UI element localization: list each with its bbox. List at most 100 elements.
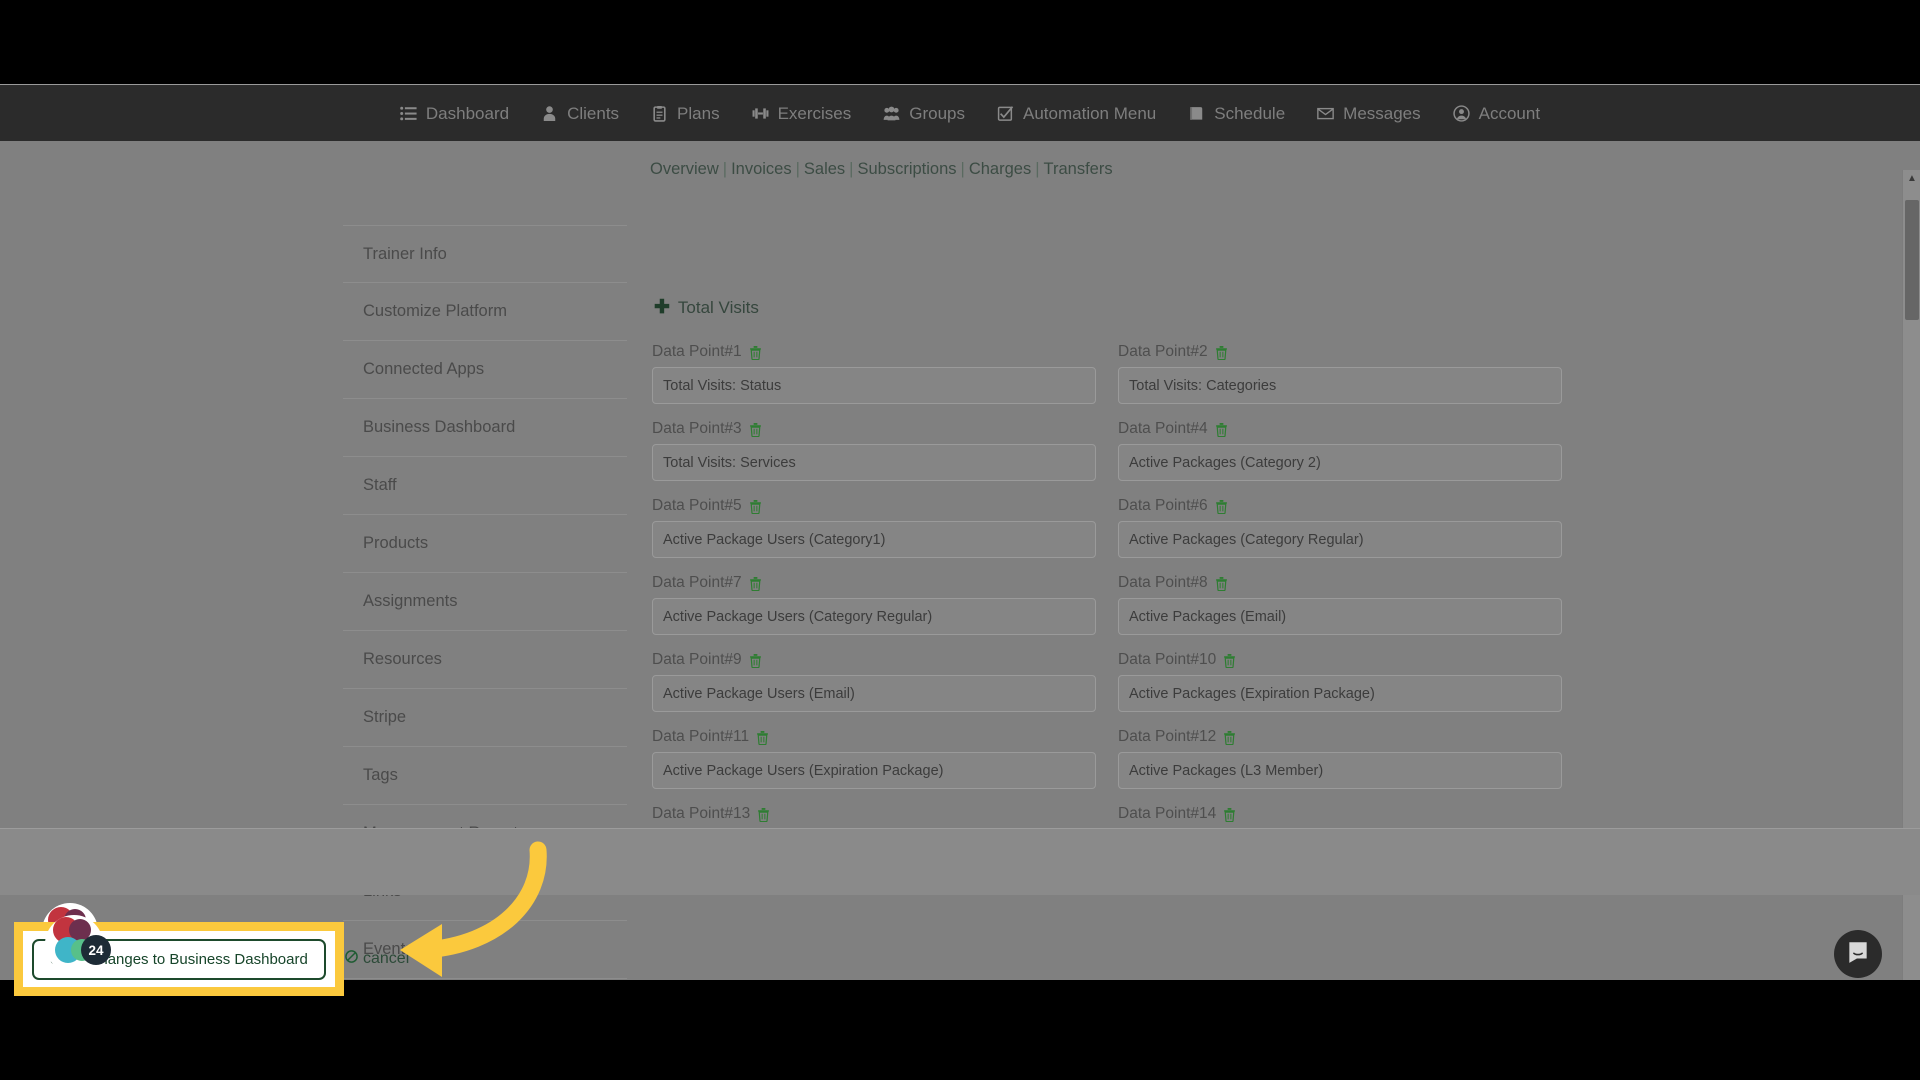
- trash-icon[interactable]: [1215, 345, 1228, 360]
- data-point-12: Data Point#12: [1118, 728, 1562, 789]
- trash-icon[interactable]: [1215, 499, 1228, 514]
- sidebar-item-products[interactable]: Products: [343, 515, 627, 573]
- data-point-7: Data Point#7: [652, 574, 1096, 635]
- intercom-chat-icon: [1845, 939, 1871, 970]
- intercom-chat-button[interactable]: [1834, 930, 1882, 978]
- chevron-up-icon: ▲: [1907, 173, 1917, 184]
- sidebar-label: Stripe: [363, 708, 407, 726]
- person-icon: [541, 105, 558, 122]
- sidebar-item-customize-platform[interactable]: Customize Platform: [343, 283, 627, 341]
- data-point-3-input[interactable]: [652, 444, 1096, 481]
- scrollbar-thumb[interactable]: [1905, 200, 1919, 320]
- data-point-11-input[interactable]: [652, 752, 1096, 789]
- subnav-link-sales[interactable]: Sales: [804, 160, 845, 178]
- nav-label-automation-groups: Groups: [909, 103, 966, 123]
- nav-item-clients[interactable]: Clients: [541, 105, 619, 122]
- highlight-callout: Save Changes to Business Dashboard 24: [14, 915, 344, 996]
- data-point-label: Data Point#4: [1118, 420, 1208, 437]
- data-point-9-input[interactable]: [652, 675, 1096, 712]
- nav-item-schedule[interactable]: Schedule: [1188, 105, 1285, 122]
- data-point-4: Data Point#4: [1118, 420, 1562, 481]
- trash-icon[interactable]: [1223, 653, 1236, 668]
- trash-icon[interactable]: [749, 499, 762, 514]
- data-point-13-label-row: Data Point#13: [652, 805, 1096, 823]
- sidebar-label: Assignments: [363, 592, 458, 610]
- data-point-8-input[interactable]: [1118, 598, 1562, 635]
- data-point-label: Data Point#6: [1118, 497, 1208, 514]
- trash-icon[interactable]: [749, 422, 762, 437]
- data-point-2-label-row: Data Point#2: [1118, 343, 1562, 361]
- account-circle-icon: [1452, 104, 1470, 122]
- nav-item-messages[interactable]: Messages: [1317, 105, 1421, 122]
- data-point-label: Data Point#13: [652, 805, 751, 822]
- subnav-separator: |: [795, 160, 800, 178]
- data-point-4-input[interactable]: [1118, 444, 1562, 481]
- subnav-link-charges[interactable]: Charges: [969, 160, 1031, 178]
- sidebar-item-resources[interactable]: Resources: [343, 631, 627, 689]
- scroll-up-button[interactable]: ▲: [1903, 170, 1920, 188]
- sidebar-item-tags[interactable]: Tags: [343, 747, 627, 805]
- data-point-3: Data Point#3: [652, 420, 1096, 481]
- subnav-separator: |: [1035, 160, 1040, 178]
- data-point-6-label-row: Data Point#6: [1118, 497, 1562, 515]
- trash-icon[interactable]: [1223, 730, 1236, 745]
- trash-icon[interactable]: [757, 807, 770, 822]
- section-header-total-visits[interactable]: ✚ Total Visits: [654, 296, 759, 319]
- nav-item-automation-menu[interactable]: Automation Menu: [997, 105, 1156, 122]
- data-point-7-input[interactable]: [652, 598, 1096, 635]
- dumbbell-icon: [752, 105, 769, 122]
- subnav-link-overview[interactable]: Overview: [650, 160, 719, 178]
- trash-icon[interactable]: [756, 730, 769, 745]
- nav-label-clients: Clients: [567, 103, 620, 123]
- nav-item-dashboard[interactable]: Dashboard: [400, 105, 509, 122]
- data-point-1-input[interactable]: [652, 367, 1096, 404]
- data-point-label: Data Point#5: [652, 497, 742, 514]
- sidebar-label: Tags: [363, 766, 398, 784]
- sidebar-label: Resources: [363, 650, 442, 668]
- data-point-12-input[interactable]: [1118, 752, 1562, 789]
- nav-item-plans[interactable]: Plans: [651, 105, 720, 122]
- trash-icon[interactable]: [749, 576, 762, 591]
- data-point-label: Data Point#7: [652, 574, 742, 591]
- notification-badge: 24: [81, 935, 111, 965]
- sidebar-item-stripe[interactable]: Stripe: [343, 689, 627, 747]
- section-title: Total Visits: [677, 297, 759, 317]
- nav-item-groups[interactable]: Groups: [883, 105, 965, 122]
- data-point-11-label-row: Data Point#11: [652, 728, 1096, 746]
- trash-icon[interactable]: [749, 653, 762, 668]
- data-point-11: Data Point#11: [652, 728, 1096, 789]
- envelope-icon: [1317, 105, 1334, 122]
- trash-icon[interactable]: [1215, 422, 1228, 437]
- data-point-8-label-row: Data Point#8: [1118, 574, 1562, 592]
- sidebar-item-assignments[interactable]: Assignments: [343, 573, 627, 631]
- plus-icon: ✚: [654, 297, 670, 318]
- trash-icon[interactable]: [1215, 576, 1228, 591]
- data-point-2: Data Point#2: [1118, 343, 1562, 404]
- data-point-5-input[interactable]: [652, 521, 1096, 558]
- nav-item-account[interactable]: Account: [1452, 104, 1540, 122]
- data-point-3-label-row: Data Point#3: [652, 420, 1096, 438]
- billing-subnav: Overview | Invoices | Sales | Subscriptions | Ch…: [650, 160, 1113, 179]
- nav-label-exercises: Exercises: [777, 103, 852, 123]
- data-point-label: Data Point#1: [652, 343, 742, 360]
- data-point-label: Data Point#12: [1118, 728, 1217, 745]
- people-icon: [883, 105, 900, 122]
- subnav-link-subscriptions[interactable]: Subscriptions: [857, 160, 956, 178]
- sidebar-item-staff[interactable]: Staff: [343, 457, 627, 515]
- subnav-link-invoices[interactable]: Invoices: [731, 160, 792, 178]
- data-point-6-input[interactable]: [1118, 521, 1562, 558]
- data-point-14-label-row: Data Point#14: [1118, 805, 1562, 823]
- trash-icon[interactable]: [749, 345, 762, 360]
- sidebar-item-business-dashboard[interactable]: Business Dashboard: [343, 399, 627, 457]
- clipboard-icon: [651, 105, 668, 122]
- nav-item-exercises[interactable]: Exercises: [752, 103, 852, 123]
- sidebar-item-connected-apps[interactable]: Connected Apps: [343, 341, 627, 399]
- sidebar-item-trainer-info[interactable]: Trainer Info: [343, 225, 627, 283]
- data-point-6: Data Point#6: [1118, 497, 1562, 558]
- subnav-link-transfers[interactable]: Transfers: [1044, 160, 1113, 178]
- data-point-label: Data Point#11: [652, 728, 750, 745]
- data-point-label: Data Point#9: [652, 651, 742, 668]
- data-point-2-input[interactable]: [1118, 367, 1562, 404]
- trash-icon[interactable]: [1223, 807, 1236, 822]
- data-point-10-input[interactable]: [1118, 675, 1562, 712]
